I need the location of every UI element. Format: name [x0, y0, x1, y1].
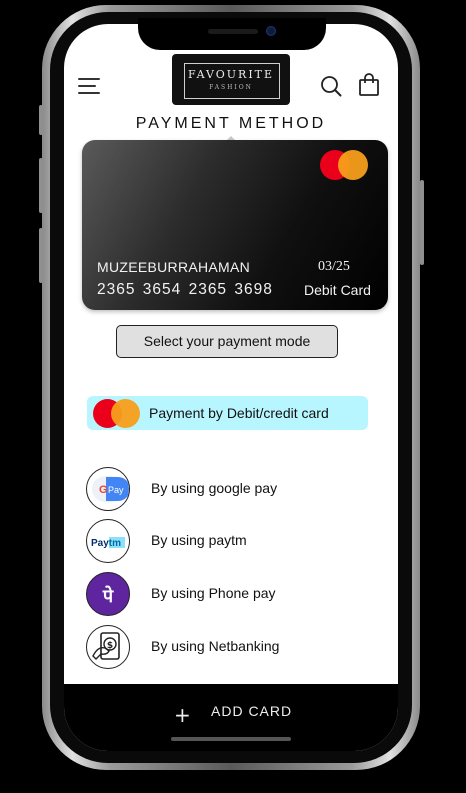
- brand-logo[interactable]: FAVOURITE FASHION: [172, 54, 290, 105]
- google-pay-icon-text: Pay: [108, 485, 124, 495]
- front-camera: [266, 26, 276, 36]
- phone-notch: [138, 18, 326, 50]
- phonepe-icon-text: पे: [102, 585, 114, 607]
- google-pay-label: By using google pay: [151, 480, 278, 496]
- paytm-label: By using paytm: [151, 532, 247, 548]
- phonepe-icon: पे: [86, 572, 130, 616]
- app-screen: FAVOURITE FASHION PAYMENT METHOD MUZEEBU…: [64, 24, 398, 751]
- select-payment-mode-button[interactable]: Select your payment mode: [116, 325, 338, 358]
- debit-credit-card-option[interactable]: Payment by Debit/credit card: [87, 396, 368, 430]
- page-title: PAYMENT METHOD: [135, 115, 327, 132]
- phonepe-label: By using Phone pay: [151, 585, 276, 601]
- card-expiry: 03/25: [318, 259, 350, 274]
- home-indicator: [171, 737, 291, 741]
- shopping-bag-icon[interactable]: [358, 73, 380, 97]
- card-number: 2365 3654 2365 3698: [97, 281, 273, 298]
- google-pay-icon: G Pay: [86, 467, 130, 511]
- logo-title: FAVOURITE: [187, 68, 275, 81]
- netbanking-label: By using Netbanking: [151, 638, 280, 654]
- paytm-icon: Paytm: [86, 519, 130, 563]
- card-holder-name: MUZEEBURRAHAMAN: [97, 259, 251, 275]
- mastercard-icon: [320, 150, 368, 180]
- plus-icon: +: [174, 703, 191, 727]
- search-icon[interactable]: [320, 75, 342, 97]
- payment-option-paytm[interactable]: Paytm By using paytm: [86, 519, 386, 565]
- mastercard-icon: [93, 399, 141, 428]
- netbanking-icon: $: [86, 625, 130, 669]
- svg-text:G: G: [99, 484, 108, 496]
- power-button: [420, 180, 424, 265]
- payment-option-netbanking[interactable]: $ By using Netbanking: [86, 625, 386, 671]
- debit-card[interactable]: MUZEEBURRAHAMAN 03/25 2365 3654 2365 369…: [82, 140, 388, 310]
- payment-option-phonepe[interactable]: पे By using Phone pay: [86, 572, 386, 618]
- card-type: Debit Card: [304, 282, 371, 298]
- add-card-label: ADD CARD: [211, 703, 293, 719]
- speaker-grille: [208, 29, 258, 34]
- logo-subtitle: FASHION: [209, 84, 253, 91]
- payment-option-google-pay[interactable]: G Pay By using google pay: [86, 467, 386, 513]
- hamburger-icon[interactable]: [78, 76, 102, 96]
- volume-up-button: [39, 158, 43, 213]
- volume-down-button: [39, 228, 43, 283]
- mute-switch: [39, 105, 43, 135]
- debit-option-label: Payment by Debit/credit card: [149, 405, 329, 421]
